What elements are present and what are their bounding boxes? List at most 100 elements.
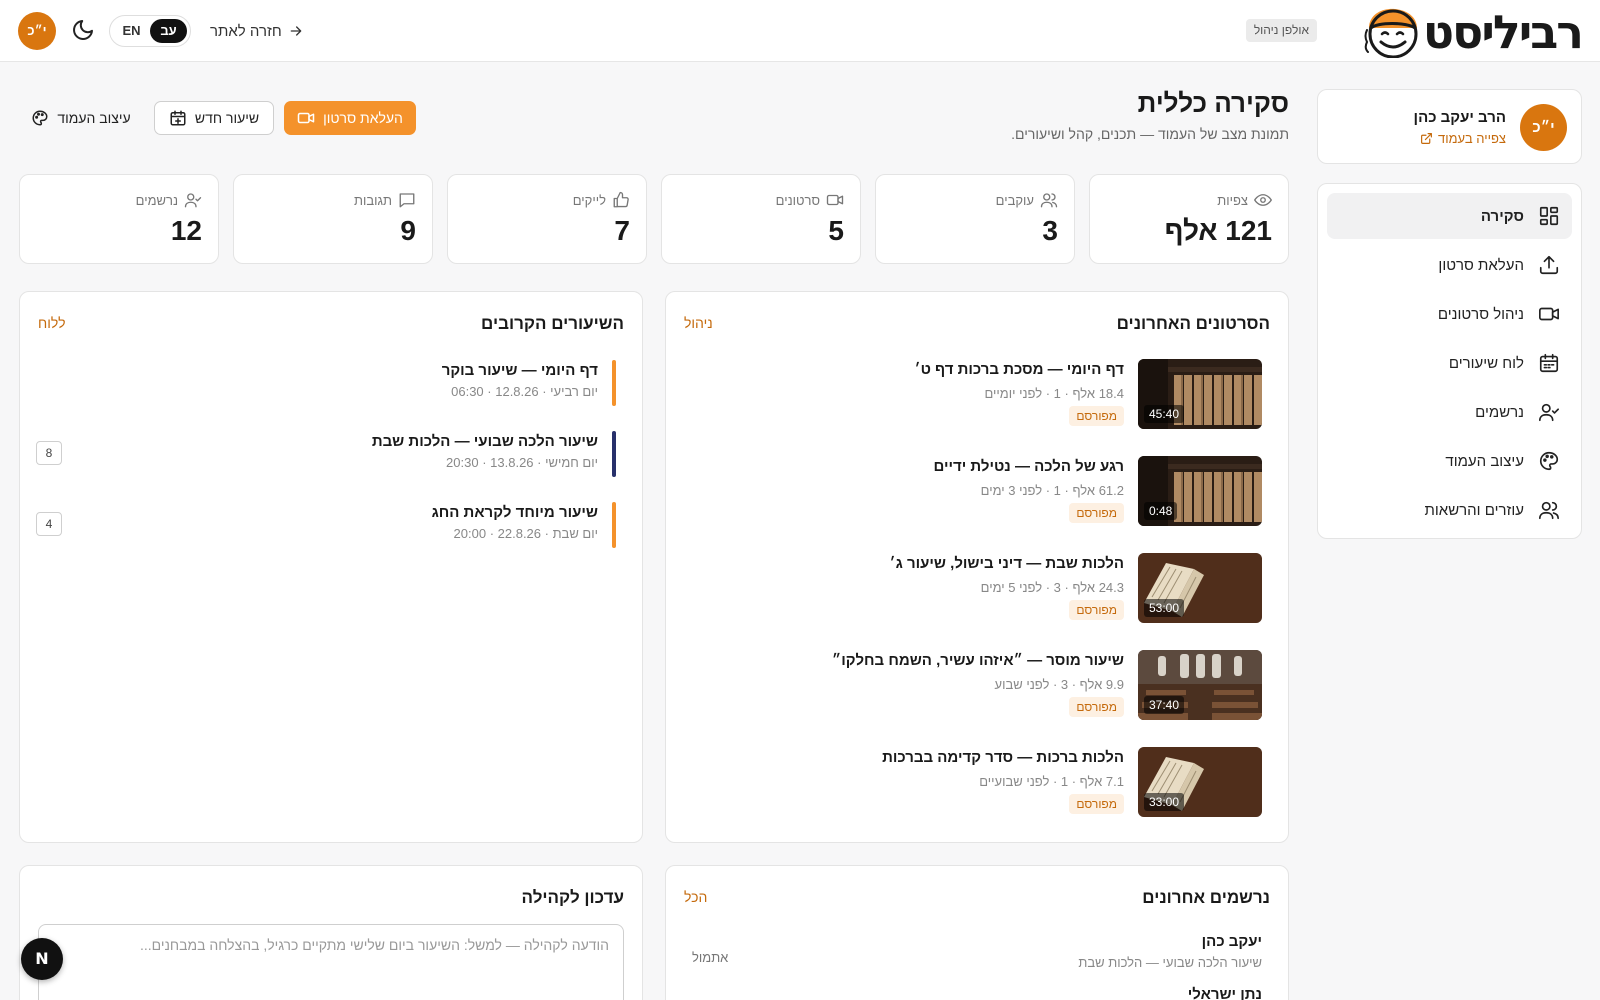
stat-label: עוקבים: [996, 191, 1058, 209]
logo-text: רביליסט: [1422, 5, 1584, 59]
profile-card: י״כ הרב יעקב כהן צפייה בעמוד: [1317, 89, 1582, 164]
user-avatar[interactable]: י״כ: [18, 12, 56, 50]
new-lesson-button[interactable]: שיעור חדש: [154, 101, 274, 135]
video-thumbnail: 33:00: [1138, 747, 1262, 817]
video-row[interactable]: 33:00 הלכות ברכות — סדר קדימה בברכות 7.1…: [672, 747, 1262, 819]
registrations-count-badge: 4: [36, 512, 62, 536]
sidebar-item-label: סקירה: [1480, 207, 1524, 225]
stat-label-text: נרשמים: [135, 192, 178, 208]
thumbs-up-icon: [613, 191, 629, 208]
lesson-color-bar: [612, 502, 616, 548]
back-to-site-link[interactable]: חזרה לאתר: [210, 18, 304, 44]
video-meta: 18.4 אלף · 1 · לפני יומיים: [984, 386, 1125, 401]
sidebar-item-label: ניהול סרטונים: [1437, 305, 1524, 323]
view-page-label: צפייה בעמוד: [1438, 131, 1506, 146]
stat-label: לייקים: [573, 191, 630, 209]
upload-video-button[interactable]: העלאת סרטון: [284, 101, 416, 135]
sidebar-item-label: העלאת סרטון: [1438, 256, 1524, 274]
status-badge: מפורסם: [1069, 794, 1124, 814]
video-thumbnail: 37:40: [1138, 650, 1262, 720]
video-title: הלכות שבת — דיני בישול, שיעור ג׳: [889, 555, 1125, 572]
recent-videos-title: הסרטונים האחרונים: [1116, 314, 1270, 333]
users-icon: [1539, 501, 1559, 520]
video-meta: 9.9 אלף · 3 · לפני שבוע: [994, 677, 1124, 692]
sidebar-item-helpers[interactable]: עוזרים והרשאות: [1327, 487, 1572, 533]
new-lesson-label: שיעור חדש: [194, 110, 260, 126]
video-duration: 53:00: [1144, 599, 1185, 617]
all-subscribers-link[interactable]: הכל: [684, 889, 707, 905]
video-row[interactable]: 53:00 הלכות שבת — דיני בישול, שיעור ג׳ 2…: [672, 553, 1262, 625]
floating-assistant-button[interactable]: N: [21, 938, 63, 980]
stat-card-likes: לייקים 7: [447, 174, 647, 264]
view-page-link[interactable]: צפייה בעמוד: [1420, 131, 1506, 146]
lang-option-english[interactable]: EN: [113, 19, 150, 43]
video-row[interactable]: 0:48 רגע של הלכה — נטילת ידיים 61.2 אלף …: [672, 456, 1262, 528]
stat-label: סרטונים: [776, 191, 844, 209]
page-title: סקירה כללית: [1137, 88, 1289, 118]
eye-icon: [1254, 194, 1272, 206]
logo[interactable]: רביליסט: [1363, 5, 1584, 59]
lesson-title: דף היומי — שיעור בוקר: [441, 362, 598, 379]
upload-video-label: העלאת סרטון: [323, 110, 403, 126]
video-duration: 0:48: [1144, 502, 1178, 520]
stat-label-text: צפיות: [1217, 192, 1248, 208]
video-row[interactable]: 45:40 דף היומי — מסכת ברכות דף ט׳ 18.4 א…: [672, 359, 1262, 431]
community-update-title: עדכון לקהילה: [521, 888, 624, 907]
lesson-title: שיעור מיוחד לקראת החג: [431, 504, 598, 521]
video-meta: 24.3 אלף · 3 · לפני 5 ימים: [980, 580, 1124, 595]
lesson-row[interactable]: שיעור הלכה שבועי — הלכות שבת יום חמישי ·…: [36, 431, 616, 477]
lesson-meta: יום חמישי · 13.8.26 · 20:30: [446, 455, 598, 470]
page-subtitle: תמונת מצב של העמוד — תכנים, קהל ושיעורים…: [1011, 126, 1289, 142]
sidebar-item-page-design[interactable]: עיצוב העמוד: [1327, 438, 1572, 484]
recent-subscribers-panel: נרשמים אחרונים הכל יעקב כהן שיעור הלכה ש…: [665, 865, 1289, 1000]
video-duration: 37:40: [1144, 696, 1185, 714]
community-message-input[interactable]: הודעה לקהילה — למשל: השיעור ביום שלישי מ…: [38, 924, 624, 1000]
stat-card-followers: עוקבים 3: [875, 174, 1075, 264]
subscriber-date: אתמול: [692, 950, 729, 965]
moon-icon: [73, 20, 93, 40]
video-thumbnail: 0:48: [1138, 456, 1262, 526]
sidebar-item-overview[interactable]: סקירה: [1327, 193, 1572, 239]
page-design-button[interactable]: עיצוב העמוד: [26, 101, 136, 135]
sidebar-item-schedule[interactable]: לוח שיעורים: [1327, 340, 1572, 386]
sidebar-item-subscribers[interactable]: נרשמים: [1327, 389, 1572, 435]
theme-toggle-button[interactable]: [69, 18, 95, 44]
sidebar-item-label: עיצוב העמוד: [1445, 452, 1524, 470]
user-check-icon: [184, 193, 202, 208]
sidebar-item-label: נרשמים: [1475, 403, 1524, 421]
grid-icon: [1539, 206, 1559, 226]
registrations-count-badge: 8: [36, 441, 62, 465]
sidebar-item-label: לוח שיעורים: [1448, 354, 1524, 372]
lesson-row[interactable]: שיעור מיוחד לקראת החג יום שבת · 22.8.26 …: [36, 502, 616, 548]
video-title: הלכות ברכות — סדר קדימה בברכות: [882, 749, 1124, 766]
subscriber-name: נתן ישראלי: [1187, 986, 1262, 1000]
manage-videos-link[interactable]: ניהול: [684, 315, 713, 331]
community-update-panel: עדכון לקהילה הודעה לקהילה — למשל: השיעור…: [19, 865, 643, 1000]
stat-card-videos: סרטונים 5: [661, 174, 861, 264]
video-row[interactable]: 37:40 שיעור מוסר — ״איזהו עשיר, השמח בחל…: [672, 650, 1262, 722]
schedule-link[interactable]: ללוח: [38, 315, 66, 331]
stat-value: 121 אלף: [1164, 215, 1272, 246]
stat-value: 9: [400, 215, 416, 246]
recent-subscribers-title: נרשמים אחרונים: [1142, 888, 1270, 907]
stat-value: 5: [828, 215, 844, 246]
status-badge: מפורסם: [1069, 600, 1124, 620]
lesson-row[interactable]: דף היומי — שיעור בוקר יום רביעי · 12.8.2…: [36, 360, 616, 406]
lesson-title: שיעור הלכה שבועי — הלכות שבת: [371, 433, 598, 450]
sidebar-item-upload[interactable]: העלאת סרטון: [1327, 242, 1572, 288]
stat-card-subscribers: נרשמים 12: [19, 174, 219, 264]
arrow-right-icon: [290, 26, 302, 36]
top-bar: רביליסט אולפן ניהול חזרה לאתר עב EN י״כ: [0, 0, 1600, 62]
video-duration: 45:40: [1144, 405, 1185, 423]
upcoming-lessons-title: השיעורים הקרובים: [481, 314, 624, 333]
stat-value: 12: [170, 215, 202, 246]
stat-label-text: לייקים: [572, 192, 606, 208]
stat-label-text: תגובות: [354, 192, 392, 208]
upload-icon: [1539, 255, 1559, 275]
video-title: שיעור מוסר — ״איזהו עשיר, השמח בחלקו״: [831, 652, 1124, 669]
status-badge: מפורסם: [1069, 503, 1124, 523]
lang-option-hebrew[interactable]: עב: [150, 19, 187, 43]
subscriber-name: יעקב כהן: [1201, 933, 1262, 950]
admin-studio-badge: אולפן ניהול: [1245, 19, 1317, 42]
sidebar-item-manage-videos[interactable]: ניהול סרטונים: [1327, 291, 1572, 337]
